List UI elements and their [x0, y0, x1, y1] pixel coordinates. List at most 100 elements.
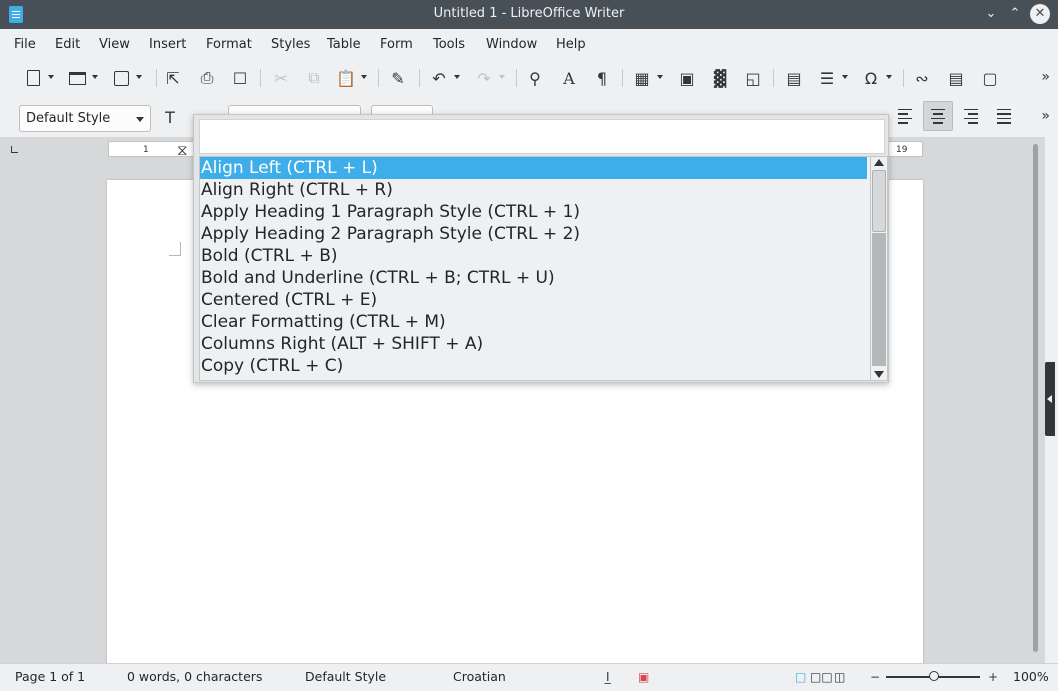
- scrollbar-thumb[interactable]: [1033, 144, 1038, 652]
- document-modified-icon[interactable]: ▣: [638, 670, 649, 684]
- insert-comment-button[interactable]: ▢: [978, 66, 1002, 90]
- menu-format[interactable]: Format: [206, 37, 252, 52]
- print-button[interactable]: ⎙: [195, 66, 219, 90]
- zoom-slider-handle[interactable]: [929, 671, 939, 681]
- multi-page-view-icon[interactable]: □□: [810, 670, 833, 684]
- textbox-icon: ◱: [745, 68, 761, 88]
- command-list: Align Left (CTRL + L) Align Right (CTRL …: [199, 156, 888, 381]
- save-button[interactable]: [109, 66, 142, 90]
- clone-formatting-button[interactable]: ✎: [386, 66, 410, 90]
- align-left-button[interactable]: [890, 101, 920, 131]
- undo-button[interactable]: ↶: [427, 66, 460, 90]
- menu-edit[interactable]: Edit: [55, 37, 80, 52]
- command-item-copy[interactable]: Copy (CTRL + C): [200, 355, 867, 377]
- menu-form[interactable]: Form: [380, 37, 413, 52]
- redo-button[interactable]: ↷: [472, 66, 505, 90]
- new-document-button[interactable]: [21, 66, 54, 90]
- align-right-button[interactable]: [956, 101, 986, 131]
- single-page-view-icon[interactable]: □: [795, 670, 806, 684]
- command-item-bold[interactable]: Bold (CTRL + B): [200, 245, 867, 267]
- menu-file[interactable]: File: [14, 37, 36, 52]
- command-item-heading-2[interactable]: Apply Heading 2 Paragraph Style (CTRL + …: [200, 223, 867, 245]
- command-search-input[interactable]: [199, 119, 885, 154]
- page-count[interactable]: Page 1 of 1: [15, 669, 85, 684]
- zoom-in-icon[interactable]: +: [988, 670, 998, 684]
- spelling-button[interactable]: A: [557, 66, 581, 90]
- table-icon: ▦: [634, 68, 650, 88]
- open-button[interactable]: [65, 66, 98, 90]
- indent-marker-icon[interactable]: ⧖: [177, 141, 188, 159]
- title-bar: Untitled 1 - LibreOffice Writer ⌄ ⌃ ✕: [0, 0, 1058, 29]
- insert-field-button[interactable]: ☰: [815, 66, 848, 90]
- sidebar-toggle-button[interactable]: [1045, 362, 1055, 436]
- chevron-down-icon: [136, 117, 144, 122]
- insert-hyperlink-button[interactable]: ∾: [910, 66, 934, 90]
- maximize-button[interactable]: ⌃: [1005, 4, 1025, 24]
- vertical-scrollbar[interactable]: [1031, 142, 1040, 654]
- pilcrow-icon: ¶: [596, 68, 608, 88]
- book-view-icon[interactable]: ◫: [834, 670, 845, 684]
- chart-icon: ▓: [713, 68, 727, 88]
- minimize-button[interactable]: ⌄: [981, 4, 1001, 24]
- insert-footnote-button[interactable]: ▤: [944, 66, 968, 90]
- spelling-icon: A: [563, 68, 575, 88]
- zoom-level[interactable]: 100%: [1013, 669, 1049, 684]
- align-center-button[interactable]: [923, 101, 953, 131]
- insert-chart-button[interactable]: ▓: [708, 66, 732, 90]
- scroll-up-arrow-icon[interactable]: [874, 159, 884, 166]
- scroll-down-arrow-icon[interactable]: [874, 371, 884, 378]
- printer-icon: ⎙: [200, 68, 214, 87]
- command-list-scrollbar[interactable]: [870, 157, 887, 380]
- copy-button[interactable]: ⧉: [302, 66, 326, 90]
- insert-mode-icon[interactable]: I̲: [606, 670, 610, 684]
- menu-tools[interactable]: Tools: [433, 37, 465, 52]
- text-boundary-mark: [169, 242, 181, 256]
- cut-button[interactable]: ✂: [269, 66, 293, 90]
- menu-table[interactable]: Table: [327, 37, 361, 52]
- paragraph-style-select[interactable]: Default Style: [19, 105, 151, 132]
- insert-table-button[interactable]: ▦: [630, 66, 663, 90]
- page-break-icon: ▤: [786, 68, 802, 88]
- insert-textbox-button[interactable]: ◱: [741, 66, 765, 90]
- insert-image-button[interactable]: ▣: [675, 66, 699, 90]
- command-item-bold-underline[interactable]: Bold and Underline (CTRL + B; CTRL + U): [200, 267, 867, 289]
- command-list-scroll-track[interactable]: [872, 233, 886, 366]
- status-bar: Page 1 of 1 0 words, 0 characters Defaul…: [0, 663, 1058, 691]
- print-preview-button[interactable]: ☐: [228, 66, 252, 90]
- page-style[interactable]: Default Style: [305, 669, 386, 684]
- menu-insert[interactable]: Insert: [149, 37, 186, 52]
- menu-bar: File Edit View Insert Format Styles Tabl…: [0, 29, 1058, 59]
- zoom-out-icon[interactable]: −: [870, 670, 880, 684]
- update-style-button[interactable]: T: [158, 105, 182, 129]
- word-count[interactable]: 0 words, 0 characters: [127, 669, 262, 684]
- command-list-scroll-thumb[interactable]: [872, 170, 886, 232]
- tab-stop-selector[interactable]: [11, 146, 18, 153]
- footnote-icon: ▤: [948, 68, 964, 88]
- command-item-columns-right[interactable]: Columns Right (ALT + SHIFT + A): [200, 333, 867, 355]
- command-item-heading-1[interactable]: Apply Heading 1 Paragraph Style (CTRL + …: [200, 201, 867, 223]
- formatting-marks-button[interactable]: ¶: [590, 66, 614, 90]
- insert-special-character-button[interactable]: Ω: [859, 66, 892, 90]
- paragraph-style-value: Default Style: [26, 111, 111, 126]
- menu-styles[interactable]: Styles: [271, 37, 310, 52]
- more-formatting-chevron-icon[interactable]: »: [1041, 108, 1050, 124]
- close-button[interactable]: ✕: [1030, 4, 1050, 24]
- command-item-centered[interactable]: Centered (CTRL + E): [200, 289, 867, 311]
- text-language[interactable]: Croatian: [453, 669, 506, 684]
- menu-help[interactable]: Help: [556, 37, 586, 52]
- command-item-align-right[interactable]: Align Right (CTRL + R): [200, 179, 867, 201]
- command-item-align-left[interactable]: Align Left (CTRL + L): [200, 157, 867, 179]
- more-tools-chevron-icon[interactable]: »: [1041, 69, 1050, 85]
- clipboard-icon: 📋: [336, 68, 356, 88]
- omega-icon: Ω: [864, 68, 878, 88]
- insert-page-break-button[interactable]: ▤: [782, 66, 806, 90]
- find-replace-button[interactable]: ⚲: [523, 66, 547, 90]
- command-item-clear-formatting[interactable]: Clear Formatting (CTRL + M): [200, 311, 867, 333]
- folder-icon: [68, 71, 86, 85]
- justify-button[interactable]: [989, 101, 1019, 131]
- menu-view[interactable]: View: [99, 37, 130, 52]
- export-pdf-button[interactable]: ⇱: [161, 66, 185, 90]
- magnifier-icon: ⚲: [529, 68, 541, 88]
- paste-button[interactable]: 📋: [334, 66, 367, 90]
- menu-window[interactable]: Window: [486, 37, 537, 52]
